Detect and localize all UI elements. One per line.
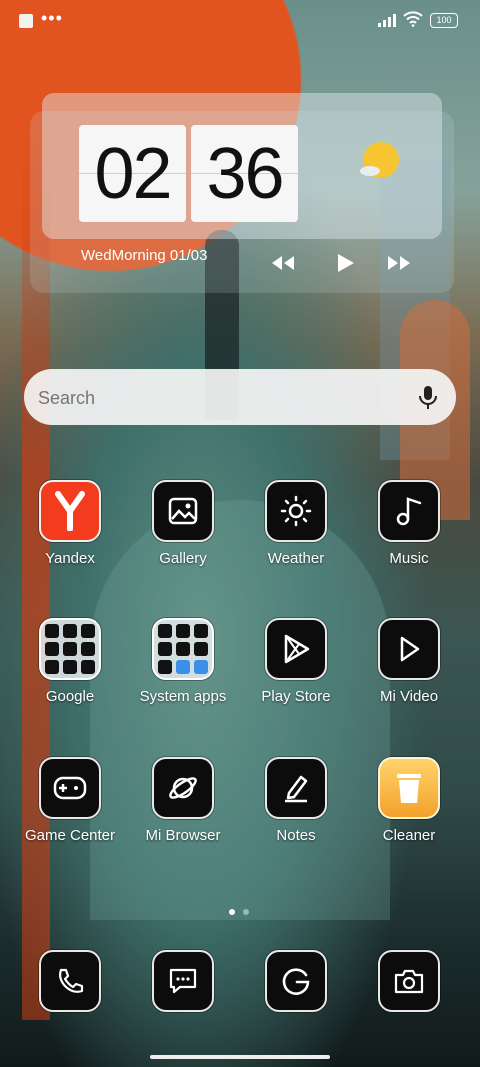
dock-camera[interactable] bbox=[359, 950, 459, 1012]
app-label: Music bbox=[389, 550, 429, 567]
next-track-icon[interactable] bbox=[384, 252, 414, 274]
dock-phone[interactable] bbox=[20, 950, 120, 1012]
app-label: Gallery bbox=[159, 550, 207, 567]
app-mi-video[interactable]: Mi Video bbox=[359, 618, 459, 705]
dock-messages[interactable] bbox=[133, 950, 233, 1012]
previous-track-icon[interactable] bbox=[268, 252, 298, 274]
app-gallery[interactable]: Gallery bbox=[133, 480, 233, 567]
app-label: Yandex bbox=[45, 550, 95, 567]
app-system-apps-folder[interactable]: System apps bbox=[133, 618, 233, 705]
app-weather[interactable]: Weather bbox=[246, 480, 346, 567]
app-label: Google bbox=[45, 688, 95, 705]
play-icon[interactable] bbox=[330, 252, 360, 274]
clock-hours: 02 bbox=[79, 125, 186, 222]
page-indicator[interactable] bbox=[229, 909, 249, 915]
page-dot bbox=[243, 909, 249, 915]
gallery-icon bbox=[152, 480, 214, 542]
page-dot-active bbox=[229, 909, 235, 915]
app-google-folder[interactable]: Google bbox=[20, 618, 120, 705]
search-input[interactable] bbox=[38, 388, 338, 409]
app-cleaner[interactable]: Cleaner bbox=[359, 757, 459, 844]
dock-google[interactable] bbox=[246, 950, 346, 1012]
gamepad-icon bbox=[39, 757, 101, 819]
clock-minutes: 36 bbox=[191, 125, 298, 222]
wifi-icon bbox=[403, 11, 423, 27]
app-label: Notes bbox=[276, 827, 316, 844]
home-indicator[interactable] bbox=[150, 1055, 330, 1059]
battery-icon: 100 bbox=[430, 13, 458, 28]
app-notes[interactable]: Notes bbox=[246, 757, 346, 844]
date-text: WedMorning 01/03 bbox=[81, 247, 208, 264]
trash-icon bbox=[378, 757, 440, 819]
sun-icon bbox=[265, 480, 327, 542]
app-mi-browser[interactable]: Mi Browser bbox=[133, 757, 233, 844]
play-store-icon bbox=[265, 618, 327, 680]
app-label: System apps bbox=[139, 688, 227, 705]
system-apps-folder-icon bbox=[152, 618, 214, 680]
sun-cloud-icon bbox=[360, 142, 399, 178]
app-label: Weather bbox=[267, 550, 325, 567]
camera-icon bbox=[378, 950, 440, 1012]
pencil-icon bbox=[265, 757, 327, 819]
messages-icon bbox=[152, 950, 214, 1012]
google-folder-icon bbox=[39, 618, 101, 680]
app-yandex[interactable]: Yandex bbox=[20, 480, 120, 567]
app-label: Cleaner bbox=[382, 827, 436, 844]
yandex-icon bbox=[39, 480, 101, 542]
mic-icon[interactable] bbox=[418, 385, 438, 411]
planet-icon bbox=[152, 757, 214, 819]
music-note-icon bbox=[378, 480, 440, 542]
app-label: Mi Browser bbox=[145, 827, 221, 844]
notification-icon bbox=[19, 14, 33, 28]
status-bar: ••• 100 bbox=[0, 0, 480, 44]
more-notifications-icon: ••• bbox=[41, 8, 63, 28]
app-game-center[interactable]: Game Center bbox=[20, 757, 120, 844]
google-icon bbox=[265, 950, 327, 1012]
app-label: Game Center bbox=[24, 827, 116, 844]
app-play-store[interactable]: Play Store bbox=[246, 618, 346, 705]
app-label: Play Store bbox=[261, 688, 331, 705]
app-label: Mi Video bbox=[379, 688, 439, 705]
app-music[interactable]: Music bbox=[359, 480, 459, 567]
signal-icon bbox=[378, 14, 396, 27]
play-icon bbox=[378, 618, 440, 680]
phone-icon bbox=[39, 950, 101, 1012]
